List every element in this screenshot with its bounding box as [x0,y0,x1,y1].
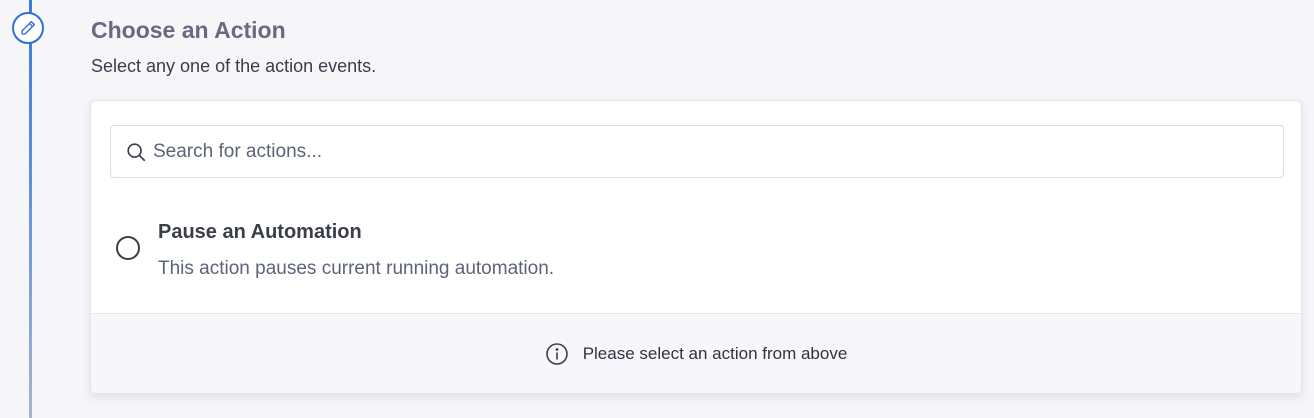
timeline-rail [29,0,32,418]
option-description: This action pauses current running autom… [158,258,555,279]
action-selector-card: Pause an Automation This action pauses c… [90,100,1302,394]
page-title: Choose an Action [91,17,286,43]
option-title: Pause an Automation [158,221,362,243]
search-icon [127,143,146,162]
search-box[interactable] [110,125,1284,178]
action-option-pause-automation[interactable]: Pause an Automation This action pauses c… [91,211,1301,311]
action-step-panel: Choose an Action Select any one of the a… [0,0,1314,418]
radio-button[interactable] [116,236,140,260]
search-input[interactable] [153,127,1263,176]
footer-content: Please select an action from above [545,342,848,366]
page-subtitle: Select any one of the action events. [91,56,377,76]
hint-message: Please select an action from above [582,343,848,363]
pencil-icon[interactable] [12,12,44,44]
selection-hint-footer: Please select an action from above [91,313,1301,393]
info-icon [545,342,568,365]
